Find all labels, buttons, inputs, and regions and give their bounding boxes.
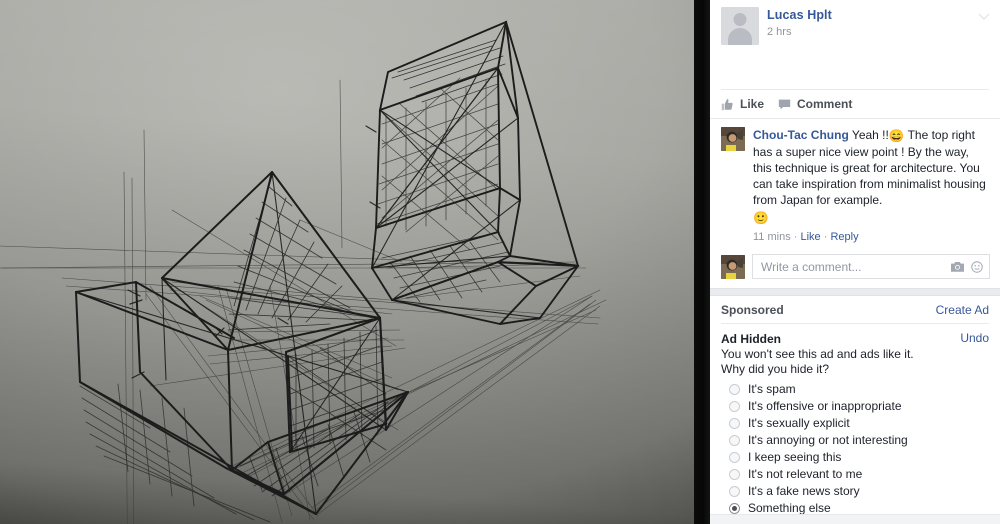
- photo-dark-edge: [694, 0, 710, 524]
- meta-separator: ·: [793, 231, 798, 243]
- post-sidebar: Lucas Hplt 2 hrs Like Comment Chou-Tac C…: [710, 0, 1000, 524]
- ad-hidden-option-label: It's sexually explicit: [748, 416, 850, 430]
- composer-icons: [951, 260, 983, 273]
- radio-button[interactable]: [729, 452, 740, 463]
- ad-hidden-option-label: It's annoying or not interesting: [748, 433, 908, 447]
- undo-link[interactable]: Undo: [960, 331, 989, 345]
- comment-input[interactable]: Write a comment...: [752, 254, 990, 279]
- ad-hidden-option-label: It's not relevant to me: [748, 467, 863, 481]
- post-photo[interactable]: [0, 0, 710, 524]
- post-action-bar: Like Comment: [710, 90, 1000, 118]
- avatar[interactable]: [721, 7, 759, 45]
- speech-bubble-icon: [778, 99, 791, 109]
- radio-button[interactable]: [729, 486, 740, 497]
- ad-hidden-options: It's spam It's offensive or inappropriate…: [721, 381, 989, 524]
- post-author-meta: Lucas Hplt 2 hrs: [767, 7, 832, 40]
- comment-button-label: Comment: [797, 97, 853, 111]
- ad-hidden-option[interactable]: It's not relevant to me: [721, 466, 989, 483]
- comment-body: Chou-Tac Chung Yeah !!😄 The top right ha…: [753, 127, 989, 245]
- section-separator: [710, 288, 1000, 296]
- ad-hidden-option[interactable]: It's sexually explicit: [721, 415, 989, 432]
- camera-icon[interactable]: [951, 261, 964, 272]
- chevron-down-icon[interactable]: [977, 9, 991, 23]
- footer-strip: [710, 514, 1000, 524]
- ad-hidden-title: Ad Hidden: [721, 332, 781, 346]
- comment-input-placeholder: Write a comment...: [761, 259, 862, 274]
- radio-button[interactable]: [729, 418, 740, 429]
- ad-hidden-option-label: It's a fake news story: [748, 484, 860, 498]
- avatar[interactable]: [721, 127, 745, 151]
- radio-button[interactable]: [729, 401, 740, 412]
- radio-button[interactable]: [729, 435, 740, 446]
- comment-composer: Write a comment...: [710, 245, 1000, 288]
- post-timestamp[interactable]: 2 hrs: [767, 25, 832, 40]
- sponsored-label: Sponsored: [721, 303, 784, 317]
- ad-hidden-option[interactable]: It's a fake news story: [721, 483, 989, 500]
- ad-hidden-subtitle-1: You won't see this ad and ads like it.: [721, 347, 914, 361]
- comment-item: Chou-Tac Chung Yeah !!😄 The top right ha…: [710, 119, 1000, 245]
- comment-like-link[interactable]: Like: [801, 231, 821, 243]
- thumbs-up-icon: [721, 98, 733, 110]
- ad-hidden-option[interactable]: It's offensive or inappropriate: [721, 398, 989, 415]
- comment-emoji-line: 🙂: [753, 208, 989, 227]
- smiley-icon[interactable]: [971, 260, 983, 273]
- create-ad-link[interactable]: Create Ad: [936, 303, 989, 317]
- slight-smile-emoji-icon: 🙂: [753, 211, 769, 225]
- radio-button[interactable]: [729, 469, 740, 480]
- sponsored-header: Sponsored Create Ad: [710, 296, 1000, 323]
- comment-timestamp[interactable]: 11 mins: [753, 231, 791, 243]
- ad-hidden-option[interactable]: It's annoying or not interesting: [721, 432, 989, 449]
- perspective-sketch-drawing: [0, 20, 607, 524]
- ad-hidden-option[interactable]: I keep seeing this: [721, 449, 989, 466]
- comment-button[interactable]: Comment: [778, 97, 852, 111]
- meta-separator: ·: [823, 231, 828, 243]
- comment-text-part1: Yeah !!: [851, 128, 889, 142]
- grinning-emoji-icon: 😄: [888, 129, 905, 143]
- radio-button-selected[interactable]: [729, 503, 740, 514]
- ad-hidden-option-label: It's spam: [748, 382, 796, 396]
- avatar[interactable]: [721, 254, 745, 279]
- radio-button[interactable]: [729, 384, 740, 395]
- comment-meta: 11 mins · Like · Reply: [753, 229, 989, 245]
- ad-hidden-subtitle-2: Why did you hide it?: [721, 362, 830, 376]
- commenter-avatar-photo: [721, 127, 745, 151]
- post-header: Lucas Hplt 2 hrs: [710, 0, 1000, 45]
- like-button[interactable]: Like: [721, 97, 764, 111]
- comment-author-last[interactable]: Chung: [811, 128, 849, 142]
- comment-text-wrap: Chou-Tac Chung Yeah !!😄 The top right ha…: [753, 127, 989, 208]
- ad-hidden-panel: Ad Hidden Undo You won't see this ad and…: [710, 324, 1000, 524]
- ad-hidden-option[interactable]: It's spam: [721, 381, 989, 398]
- ad-hidden-option-label: It's offensive or inappropriate: [748, 399, 902, 413]
- ad-hidden-option-label: I keep seeing this: [748, 450, 842, 464]
- comment-reply-link[interactable]: Reply: [830, 231, 858, 243]
- current-user-avatar-photo: [721, 254, 745, 279]
- facebook-post-screen: Lucas Hplt 2 hrs Like Comment Chou-Tac C…: [0, 0, 1000, 524]
- post-author-name[interactable]: Lucas Hplt: [767, 8, 832, 23]
- comment-author-first[interactable]: Chou-Tac: [753, 128, 807, 142]
- like-button-label: Like: [740, 97, 765, 111]
